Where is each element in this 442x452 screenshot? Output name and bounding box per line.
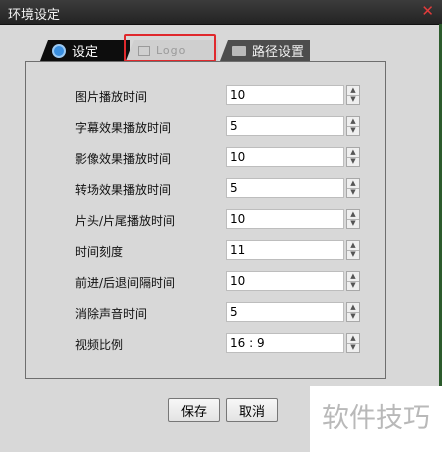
spinner: ▲ ▼ [346, 302, 360, 322]
spin-down-icon[interactable]: ▼ [347, 126, 359, 135]
spin-down-icon[interactable]: ▼ [347, 188, 359, 197]
transition-duration-input[interactable] [226, 178, 344, 198]
tab-path-settings[interactable]: 路径设置 [220, 40, 310, 61]
titlebar: 环境设定 ✕ [0, 0, 442, 25]
spin-down-icon[interactable]: ▼ [347, 250, 359, 259]
save-button[interactable]: 保存 [168, 398, 220, 422]
setting-row: 转场效果播放时间 ▲ ▼ [26, 178, 387, 200]
spinner: ▲ ▼ [346, 209, 360, 229]
spinner: ▲ ▼ [346, 271, 360, 291]
spin-down-icon[interactable]: ▼ [347, 343, 359, 352]
gear-icon [52, 43, 66, 58]
spinner: ▲ ▼ [346, 333, 360, 353]
row-label: 转场效果播放时间 [75, 183, 172, 197]
row-label: 时间刻度 [75, 245, 124, 259]
spinner: ▲ ▼ [346, 178, 360, 198]
tab-settings[interactable]: 设定 [40, 40, 130, 61]
setting-row: 视频比例 ▲ ▼ [26, 333, 387, 355]
aspect-ratio-input[interactable] [226, 333, 344, 353]
logo-tab-highlight [124, 34, 216, 62]
close-icon[interactable]: ✕ [421, 2, 434, 20]
spin-down-icon[interactable]: ▼ [347, 219, 359, 228]
settings-dialog: 环境设定 ✕ 设定 Logo 路径设置 图片播放时间 ▲ ▼ 字幕效果播放时间 [0, 0, 442, 452]
time-scale-input[interactable] [226, 240, 344, 260]
setting-row: 图片播放时间 ▲ ▼ [26, 85, 387, 107]
spin-down-icon[interactable]: ▼ [347, 95, 359, 104]
subtitle-effect-duration-input[interactable] [226, 116, 344, 136]
setting-row: 消除声音时间 ▲ ▼ [26, 302, 387, 324]
row-label: 影像效果播放时间 [75, 152, 172, 166]
folder-icon [232, 45, 246, 56]
settings-panel: 图片播放时间 ▲ ▼ 字幕效果播放时间 ▲ ▼ 影像效果播放时间 ▲ ▼ 转场效… [25, 61, 386, 379]
intro-outro-duration-input[interactable] [226, 209, 344, 229]
spin-down-icon[interactable]: ▼ [347, 157, 359, 166]
setting-row: 片头/片尾播放时间 ▲ ▼ [26, 209, 387, 231]
seek-interval-input[interactable] [226, 271, 344, 291]
spin-down-icon[interactable]: ▼ [347, 312, 359, 321]
row-label: 图片播放时间 [75, 90, 148, 104]
setting-row: 字幕效果播放时间 ▲ ▼ [26, 116, 387, 138]
setting-row: 前进/后退间隔时间 ▲ ▼ [26, 271, 387, 293]
row-label: 字幕效果播放时间 [75, 121, 172, 135]
row-label: 消除声音时间 [75, 307, 148, 321]
watermark-text: 软件技巧 [310, 386, 442, 452]
cancel-button[interactable]: 取消 [226, 398, 278, 422]
spinner: ▲ ▼ [346, 240, 360, 260]
mute-duration-input[interactable] [226, 302, 344, 322]
spin-down-icon[interactable]: ▼ [347, 281, 359, 290]
setting-row: 时间刻度 ▲ ▼ [26, 240, 387, 262]
row-label: 视频比例 [75, 338, 124, 352]
video-effect-duration-input[interactable] [226, 147, 344, 167]
tab-path-label: 路径设置 [252, 45, 305, 60]
setting-row: 影像效果播放时间 ▲ ▼ [26, 147, 387, 169]
spinner: ▲ ▼ [346, 147, 360, 167]
tab-settings-label: 设定 [72, 45, 99, 60]
row-label: 片头/片尾播放时间 [75, 214, 176, 228]
image-duration-input[interactable] [226, 85, 344, 105]
window-title: 环境设定 [8, 8, 61, 23]
row-label: 前进/后退间隔时间 [75, 276, 176, 290]
spinner: ▲ ▼ [346, 116, 360, 136]
spinner: ▲ ▼ [346, 85, 360, 105]
